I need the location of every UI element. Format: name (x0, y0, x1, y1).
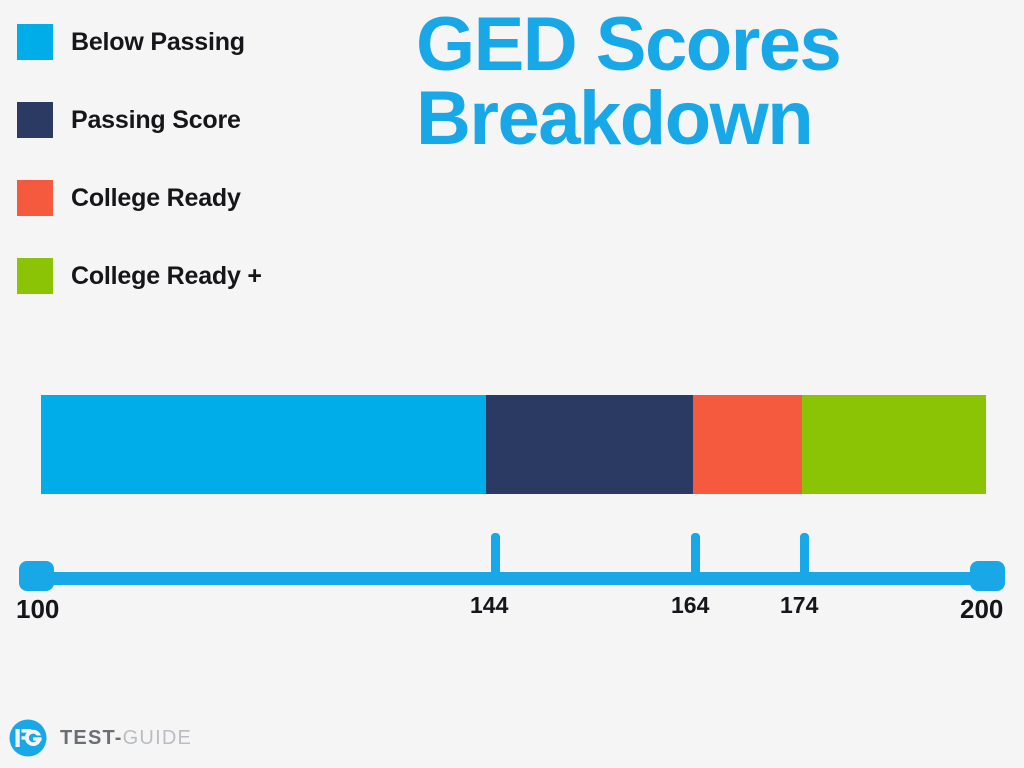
legend-label-college-ready: College Ready (71, 183, 241, 212)
page-title: GED Scores Breakdown (416, 2, 1016, 162)
legend: Below Passing Passing Score College Read… (17, 24, 357, 336)
test-guide-logo-icon (8, 718, 48, 758)
legend-item-passing-score: Passing Score (17, 102, 357, 138)
axis-handle-max[interactable] (970, 561, 1005, 591)
axis-track (34, 572, 990, 585)
brand-wordmark-secondary: GUIDE (122, 726, 193, 749)
page-title-line-1: GED Scores (416, 2, 842, 87)
bar-segment-college-ready-plus (801, 395, 986, 494)
score-axis: 100 144 164 174 200 (0, 520, 1024, 640)
score-range-bar (41, 395, 986, 494)
axis-tick-174 (800, 533, 809, 585)
footer-branding: TEST-GUIDE (8, 718, 192, 758)
brand-wordmark: TEST-GUIDE (60, 727, 192, 750)
legend-item-below-passing: Below Passing (17, 24, 357, 60)
legend-swatch-college-ready-plus (17, 258, 53, 294)
axis-label-164: 164 (671, 592, 710, 618)
axis-tick-164 (691, 533, 700, 585)
legend-label-below-passing: Below Passing (71, 27, 245, 56)
page-title-line-2: Breakdown (416, 76, 814, 162)
legend-swatch-passing-score (17, 102, 53, 138)
bar-segment-passing-score (486, 395, 694, 494)
legend-item-college-ready: College Ready (17, 180, 357, 216)
brand-wordmark-primary: TEST- (60, 726, 123, 749)
axis-label-200: 200 (960, 594, 1004, 624)
bar-segment-college-ready (693, 395, 802, 494)
infographic-canvas: Below Passing Passing Score College Read… (0, 0, 1024, 768)
bar-segment-below-passing (41, 395, 487, 494)
axis-handle-min[interactable] (19, 561, 54, 591)
axis-label-174: 174 (780, 592, 819, 618)
legend-swatch-below-passing (17, 24, 53, 60)
legend-label-passing-score: Passing Score (71, 105, 241, 134)
legend-item-college-ready-plus: College Ready + (17, 258, 357, 294)
axis-label-100: 100 (16, 594, 60, 624)
legend-label-college-ready-plus: College Ready + (71, 261, 262, 290)
legend-swatch-college-ready (17, 180, 53, 216)
axis-tick-144 (491, 533, 500, 585)
axis-label-144: 144 (470, 592, 509, 618)
